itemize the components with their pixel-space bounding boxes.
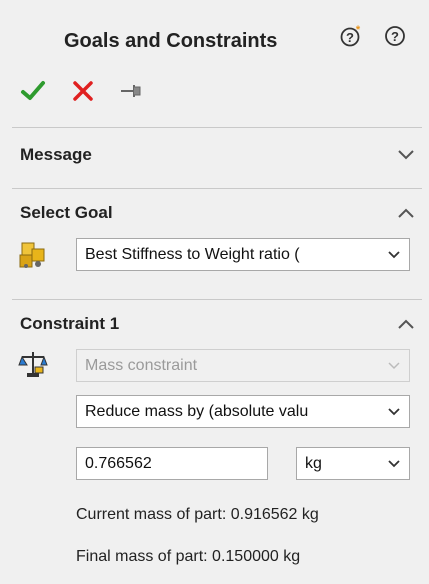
divider — [12, 299, 422, 300]
divider — [12, 127, 422, 128]
chevron-up-icon[interactable] — [396, 317, 416, 331]
select-goal-section-title[interactable]: Select Goal — [20, 203, 113, 223]
svg-text:?: ? — [346, 30, 354, 45]
pushpin-icon[interactable] — [118, 78, 144, 104]
constraint-type-value: Mass constraint — [85, 357, 198, 374]
message-section-title[interactable]: Message — [20, 145, 92, 165]
constraint-1-section-title[interactable]: Constraint 1 — [20, 314, 119, 334]
unit-value: kg — [305, 455, 322, 472]
ok-checkmark-icon[interactable] — [20, 78, 46, 104]
action-bar — [20, 78, 220, 108]
reduce-mode-select[interactable]: Reduce mass by (absolute valu — [76, 395, 410, 428]
dropdown-arrow-icon — [388, 251, 400, 259]
mass-amount-input[interactable]: 0.766562 — [76, 447, 268, 480]
goal-select-value: Best Stiffness to Weight ratio ( — [85, 246, 300, 263]
svg-text:?: ? — [391, 29, 399, 44]
mass-amount-value: 0.766562 — [85, 455, 152, 472]
divider — [12, 188, 422, 189]
help-icon[interactable]: ? — [384, 25, 406, 47]
dropdown-arrow-icon — [388, 408, 400, 416]
goal-select[interactable]: Best Stiffness to Weight ratio ( — [76, 238, 410, 271]
cancel-x-icon[interactable] — [70, 78, 96, 104]
panel-title: Goals and Constraints — [64, 30, 278, 52]
dropdown-arrow-icon — [388, 362, 400, 370]
goal-blocks-icon — [19, 242, 45, 268]
chevron-up-icon[interactable] — [396, 206, 416, 220]
final-mass-text: Final mass of part: 0.150000 kg — [76, 548, 301, 565]
unit-select[interactable]: kg — [296, 447, 410, 480]
constraint-type-select: Mass constraint — [76, 349, 410, 382]
dropdown-arrow-icon — [388, 460, 400, 468]
current-mass-text: Current mass of part: 0.916562 kg — [76, 506, 319, 523]
chevron-down-icon[interactable] — [396, 148, 416, 162]
reduce-mode-value: Reduce mass by (absolute valu — [85, 403, 309, 420]
goals-constraints-panel: Goals and Constraints ? * ? Message Sele… — [0, 0, 429, 584]
svg-text:*: * — [356, 25, 361, 36]
panel-header: Goals and Constraints ? * ? — [0, 0, 429, 80]
mass-constraint-scale-icon — [18, 352, 48, 377]
whats-new-help-icon[interactable]: ? * — [340, 25, 362, 47]
